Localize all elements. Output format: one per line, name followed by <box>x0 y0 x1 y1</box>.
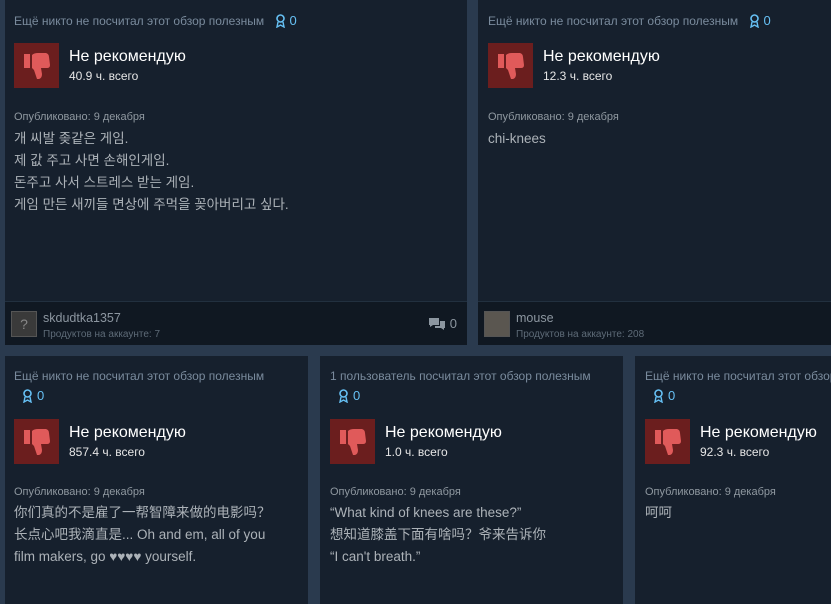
award-button[interactable]: 0 <box>749 13 771 28</box>
review-line: chi-knees <box>488 131 546 146</box>
review-text: “What kind of knees are these?” 想知道膝盖下面有… <box>330 502 615 568</box>
helpful-text: 1 пользователь посчитал этот обзор полез… <box>330 369 591 383</box>
posted-date: Опубликовано: 9 декабря <box>14 486 145 498</box>
verdict-title: Не рекомендую <box>385 424 502 441</box>
award-icon <box>339 388 348 403</box>
award-count: 0 <box>353 388 361 403</box>
award-icon <box>654 388 663 403</box>
author-name[interactable]: skdudtka1357 <box>43 311 121 325</box>
verdict[interactable]: Не рекомендую 40.9 ч. всего <box>14 43 186 88</box>
verdict[interactable]: Не рекомендую 857.4 ч. всего <box>14 419 186 464</box>
posted-date: Опубликовано: 9 декабря <box>645 486 776 498</box>
helpful-text: Ещё никто не посчитал этот обзор полезны… <box>488 14 739 28</box>
helpful-row: Ещё никто не посчитал этот обзор полезны… <box>14 368 264 403</box>
award-button[interactable]: 0 <box>653 388 675 403</box>
hours-played: 857.4 ч. всего <box>69 445 145 459</box>
thumbs-down-icon <box>14 419 59 464</box>
hours-played: 40.9 ч. всего <box>69 69 139 83</box>
verdict-title: Не рекомендую <box>69 424 186 441</box>
thumbs-down-icon <box>330 419 375 464</box>
verdict[interactable]: Не рекомендую 1.0 ч. всего <box>330 419 502 464</box>
review-footer: mouse Продуктов на аккаунте: 208 <box>478 301 831 345</box>
hours-played: 92.3 ч. всего <box>700 445 770 459</box>
review-line: “What kind of knees are these?” <box>330 505 522 520</box>
review-card: Ещё никто не посчитал этот обзор полезны… <box>478 0 831 345</box>
author-name[interactable]: mouse <box>516 311 554 325</box>
review-line: 게임 만든 새끼들 면상에 주먹을 꽂아버리고 싶다. <box>14 197 289 212</box>
products-count: Продуктов на аккаунте: 7 <box>43 329 161 340</box>
review-text: chi-knees <box>488 128 823 150</box>
posted-date: Опубликовано: 9 декабря <box>330 486 461 498</box>
posted-date: Опубликовано: 9 декабря <box>488 111 619 123</box>
award-count: 0 <box>763 13 771 29</box>
review-text: 呵呵 <box>645 502 823 524</box>
verdict[interactable]: Не рекомендую 92.3 ч. всего <box>645 419 817 464</box>
helpful-row: Ещё никто не посчитал этот обзор полезны… <box>645 368 831 403</box>
question-mark-icon: ? <box>20 316 28 332</box>
comments-count: 0 <box>449 316 457 331</box>
helpful-text: Ещё никто не посчитал этот обзор полезны… <box>14 14 265 28</box>
review-line: 你们真的不是雇了一帮智障来做的电影吗？ <box>14 505 271 520</box>
review-line: “I can't breath.” <box>330 549 421 564</box>
award-icon <box>749 13 759 28</box>
award-button[interactable]: 0 <box>338 388 360 403</box>
review-card: Ещё никто не посчитал этот обзор полезны… <box>635 356 831 604</box>
avatar[interactable] <box>484 311 510 337</box>
review-footer: ? skdudtka1357 Продуктов на аккаунте: 7 … <box>5 301 467 345</box>
award-count: 0 <box>37 388 45 403</box>
helpful-text: Ещё никто не посчитал этот обзор полезны… <box>645 369 831 383</box>
review-text: 你们真的不是雇了一帮智障来做的电影吗？ 长点心吧我滴直是... Oh and e… <box>14 502 300 568</box>
verdict-title: Не рекомендую <box>543 48 660 65</box>
review-text: 개 씨발 좆같은 게임. 제 값 주고 사면 손해인게임. 돈주고 사서 스트레… <box>14 128 459 216</box>
comment-icon <box>428 317 445 330</box>
award-button[interactable]: 0 <box>275 13 297 28</box>
review-line: 돈주고 사서 스트레스 받는 게임. <box>14 175 195 190</box>
thumbs-down-icon <box>488 43 533 88</box>
helpful-row: 1 пользователь посчитал этот обзор полез… <box>330 368 591 403</box>
comments-button[interactable]: 0 <box>428 316 457 331</box>
award-icon <box>23 388 32 403</box>
review-line: film makers, go ♥♥♥♥ yourself. <box>14 549 197 564</box>
hours-played: 12.3 ч. всего <box>543 69 613 83</box>
review-card: 1 пользователь посчитал этот обзор полез… <box>320 356 623 604</box>
verdict-title: Не рекомендую <box>69 48 186 65</box>
review-line: 想知道膝盖下面有啥吗？爷来告诉你 <box>330 527 546 542</box>
award-count: 0 <box>289 13 297 29</box>
helpful-row: Ещё никто не посчитал этот обзор полезны… <box>14 12 297 30</box>
thumbs-down-icon <box>14 43 59 88</box>
helpful-text: Ещё никто не посчитал этот обзор полезны… <box>14 369 265 383</box>
products-count: Продуктов на аккаунте: 208 <box>516 329 645 340</box>
award-count: 0 <box>668 388 676 403</box>
review-line: 呵呵 <box>645 505 672 520</box>
helpful-row: Ещё никто не посчитал этот обзор полезны… <box>488 12 771 30</box>
review-line: 제 값 주고 사면 손해인게임. <box>14 153 170 168</box>
review-card: Ещё никто не посчитал этот обзор полезны… <box>5 356 308 604</box>
review-line: 개 씨발 좆같은 게임. <box>14 131 129 146</box>
award-icon <box>275 13 285 28</box>
verdict-title: Не рекомендую <box>700 424 817 441</box>
hours-played: 1.0 ч. всего <box>385 445 448 459</box>
avatar[interactable]: ? <box>11 311 37 337</box>
award-button[interactable]: 0 <box>22 388 44 403</box>
review-line: 长点心吧我滴直是... Oh and em, all of you <box>14 527 266 542</box>
review-card: Ещё никто не посчитал этот обзор полезны… <box>5 0 467 345</box>
posted-date: Опубликовано: 9 декабря <box>14 111 145 123</box>
verdict[interactable]: Не рекомендую 12.3 ч. всего <box>488 43 660 88</box>
thumbs-down-icon <box>645 419 690 464</box>
